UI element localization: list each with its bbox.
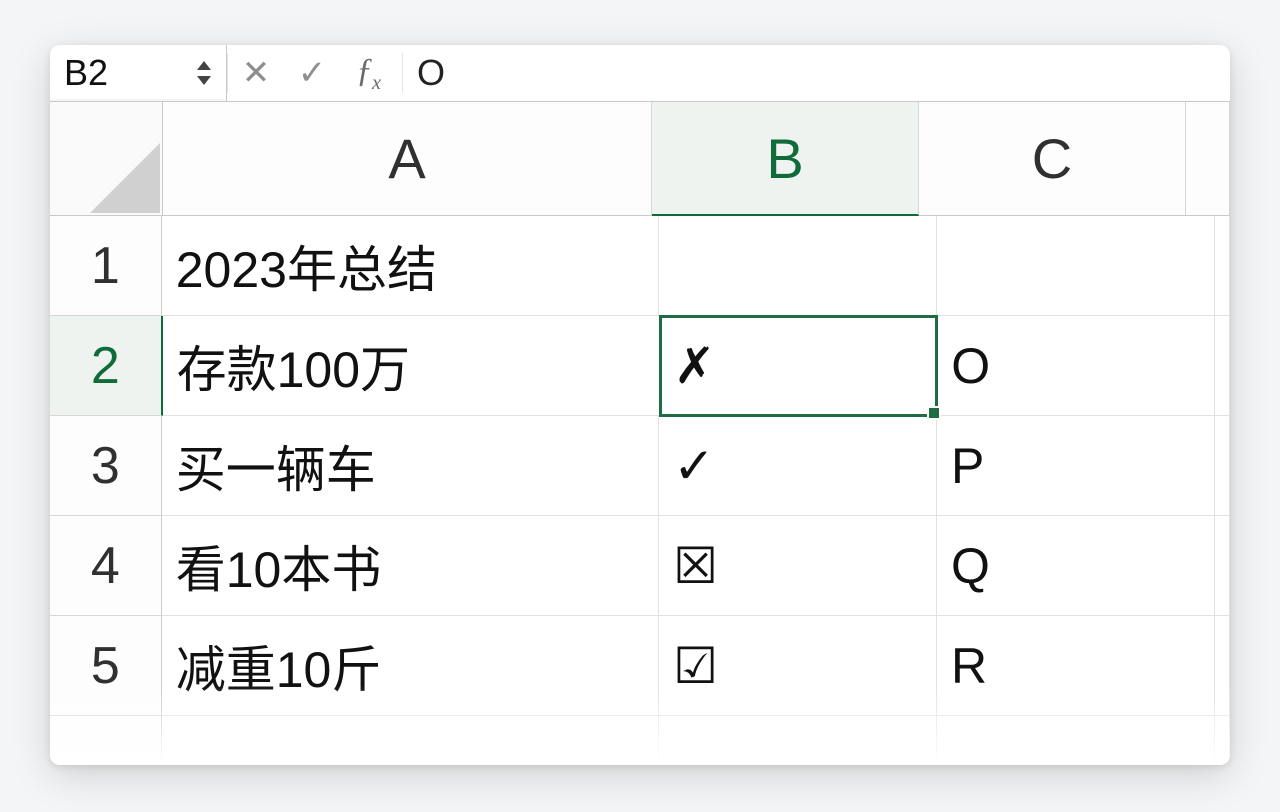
cell-C5[interactable]: R [937, 616, 1215, 716]
table-row: 5 减重10斤 ☑ R [50, 616, 1230, 716]
insert-function-button[interactable]: ƒx [340, 51, 396, 95]
spreadsheet-window: B2 ✕ ✓ ƒx O A B C 1 [50, 45, 1230, 765]
column-header-A[interactable]: A [163, 102, 652, 216]
cell-B6[interactable] [659, 716, 937, 765]
name-box[interactable]: B2 [50, 52, 190, 94]
cell-D6[interactable] [1215, 716, 1230, 765]
formula-input[interactable]: O [402, 53, 445, 93]
cell-C6[interactable] [937, 716, 1215, 765]
cell-A6[interactable] [162, 716, 659, 765]
row-header-4[interactable]: 4 [50, 516, 162, 616]
cancel-icon: ✕ [242, 53, 271, 93]
cell-C2[interactable]: O [937, 316, 1215, 416]
formula-bar: B2 ✕ ✓ ƒx O [50, 45, 1230, 102]
cell-C3[interactable]: P [937, 416, 1215, 516]
table-row: 1 2023年总结 [50, 216, 1230, 316]
name-box-container: B2 [50, 45, 227, 102]
cell-C4[interactable]: Q [937, 516, 1215, 616]
cell-D3[interactable] [1215, 416, 1230, 516]
cancel-button[interactable]: ✕ [227, 53, 284, 93]
chevron-up-icon [197, 61, 211, 70]
row-header-1[interactable]: 1 [50, 216, 162, 316]
table-row: 3 买一辆车 ✓ P [50, 416, 1230, 516]
cell-D5[interactable] [1215, 616, 1230, 716]
rows: 1 2023年总结 2 存款100万 ✗ O 3 买一辆车 ✓ P [50, 216, 1230, 765]
cell-A2[interactable]: 存款100万 [163, 316, 660, 416]
cell-B4[interactable]: ☒ [659, 516, 937, 616]
cell-B2[interactable]: ✗ [660, 316, 938, 416]
cell-D1[interactable] [1215, 216, 1230, 316]
cell-B3[interactable]: ✓ [659, 416, 937, 516]
enter-button[interactable]: ✓ [284, 53, 340, 93]
column-headers: A B C [50, 102, 1230, 216]
chevron-down-icon [197, 76, 211, 85]
grid: A B C 1 2023年总结 2 存款100万 ✗ O 3 买 [50, 102, 1230, 765]
column-header-C[interactable]: C [919, 102, 1186, 216]
cell-C1[interactable] [937, 216, 1215, 316]
cell-A3[interactable]: 买一辆车 [162, 416, 659, 516]
row-header-2[interactable]: 2 [50, 316, 163, 416]
cell-B5[interactable]: ☑ [659, 616, 937, 716]
table-row [50, 716, 1230, 765]
cell-A5[interactable]: 减重10斤 [162, 616, 659, 716]
column-header-B[interactable]: B [652, 102, 919, 216]
cell-A1[interactable]: 2023年总结 [162, 216, 659, 316]
check-icon: ✓ [298, 54, 327, 92]
table-row: 2 存款100万 ✗ O [50, 316, 1230, 416]
select-all-corner[interactable] [50, 102, 163, 216]
name-box-stepper[interactable] [190, 61, 218, 85]
table-row: 4 看10本书 ☒ Q [50, 516, 1230, 616]
row-header-6[interactable] [50, 716, 162, 765]
column-header-D[interactable] [1186, 102, 1230, 216]
cell-D2[interactable] [1215, 316, 1230, 416]
cell-A4[interactable]: 看10本书 [162, 516, 659, 616]
fx-icon: ƒx [356, 52, 380, 89]
cell-D4[interactable] [1215, 516, 1230, 616]
row-header-3[interactable]: 3 [50, 416, 162, 516]
row-header-5[interactable]: 5 [50, 616, 162, 716]
cell-B1[interactable] [659, 216, 937, 316]
